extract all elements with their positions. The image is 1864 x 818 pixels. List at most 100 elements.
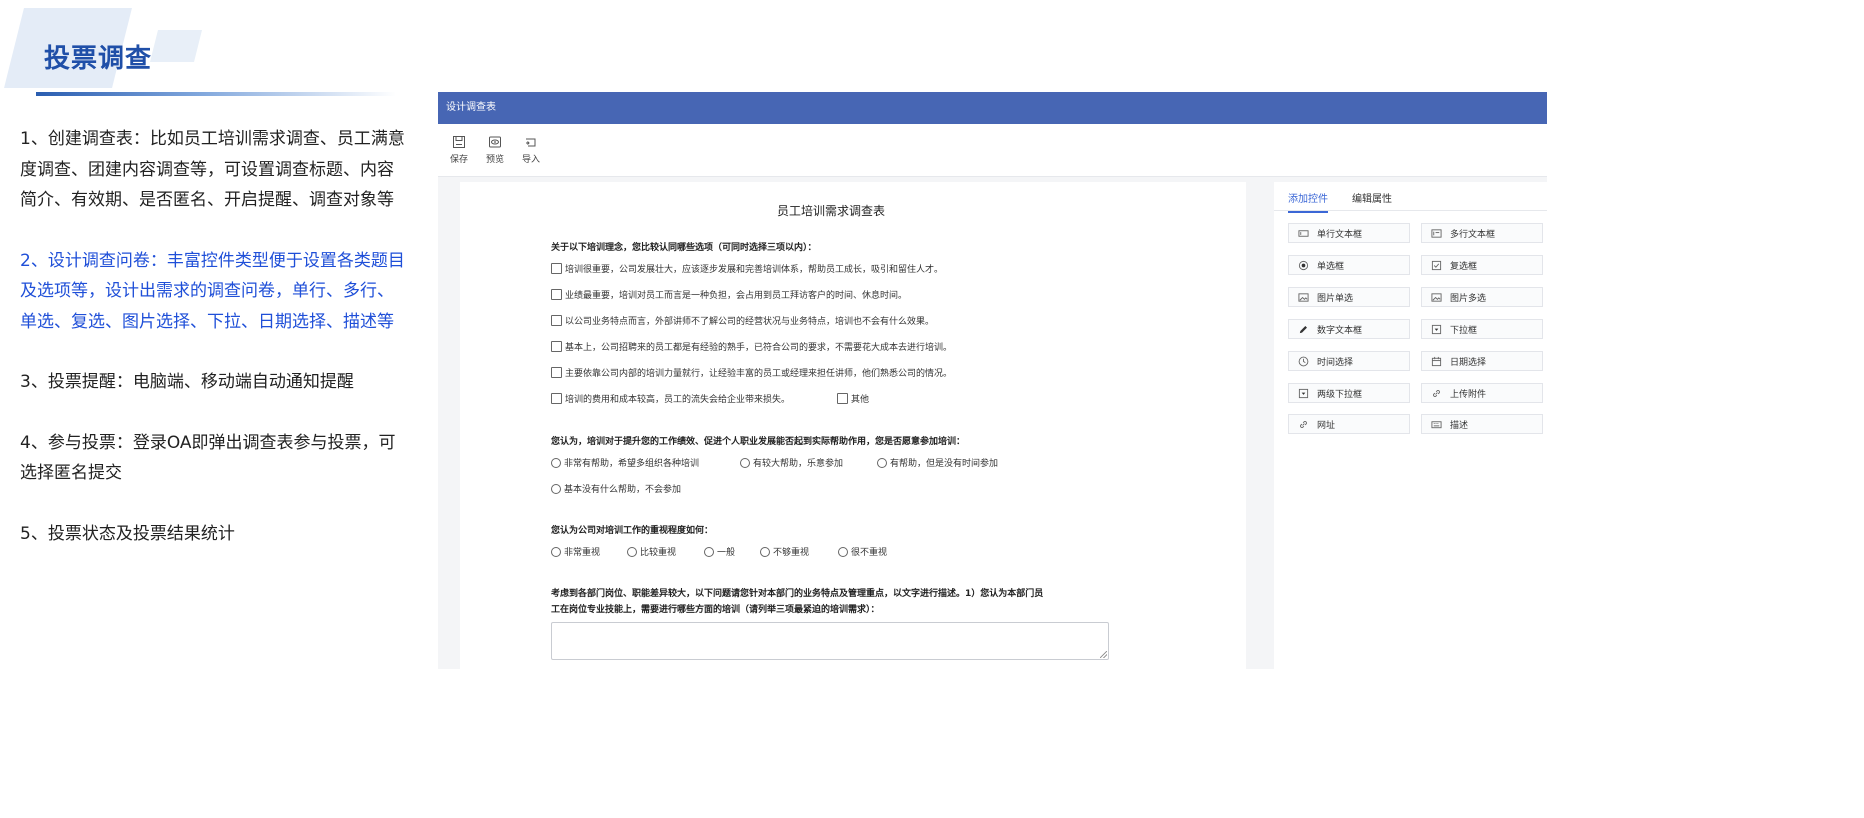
save-button[interactable]: 保存: [450, 135, 468, 165]
form-title: 员工培训需求调查表: [776, 204, 885, 218]
q1-option-other[interactable]: 其他: [837, 392, 869, 405]
q2-option[interactable]: 有较大帮助，乐意参加: [740, 456, 843, 469]
keyboard-icon: [1430, 418, 1442, 430]
feature-point: 1、创建调查表：比如员工培训需求调查、员工满意度调查、团建内容调查等，可设置调查…: [20, 129, 405, 210]
radio[interactable]: [627, 546, 637, 557]
radio[interactable]: [551, 457, 561, 468]
option-label: 基本上，公司招聘来的员工都是有经验的熟手，已符合公司的要求，不需要花大成本去进行…: [565, 343, 953, 353]
control-single-line-text[interactable]: 单行文本框: [1288, 223, 1410, 243]
clock-icon: [1297, 355, 1309, 367]
q1-option[interactable]: 以公司业务特点而言，外部讲师不了解公司的经营状况与业务特点，培训也不会有什么效果…: [551, 314, 934, 327]
feature-point: 4、参与投票：登录OA即弹出调查表参与投票，可选择匿名提交: [20, 432, 396, 484]
control-date-picker[interactable]: 日期选择: [1421, 351, 1543, 371]
q1-option[interactable]: 培训的费用和成本较高，员工的流失会给企业带来损失。: [551, 392, 790, 405]
control-label: 多行文本框: [1450, 229, 1496, 240]
preview-button[interactable]: 预览: [486, 135, 504, 165]
option-label: 非常有帮助，希望多组织各种培训: [564, 459, 700, 469]
question-4-line1: 考虑到各部门岗位、职能差异较大，以下问题请您针对本部门的业务特点及管理重点，以文…: [551, 589, 1044, 599]
q1-option[interactable]: 基本上，公司招聘来的员工都是有经验的熟手，已符合公司的要求，不需要花大成本去进行…: [551, 340, 952, 353]
option-label: 以公司业务特点而言，外部讲师不了解公司的经营状况与业务特点，培训也不会有什么效果…: [565, 317, 935, 327]
q3-option[interactable]: 很不重视: [838, 545, 887, 558]
q1-option[interactable]: 培训很重要，公司发展壮大，应该逐步发展和完善培训体系，帮助员工成长，吸引和留住人…: [551, 262, 943, 275]
feature-point: 5、投票状态及投票结果统计: [20, 523, 235, 544]
option-label: 业绩最重要，培训对员工而言是一种负担，会占用到员工拜访客户的时间、休息时间。: [565, 291, 908, 301]
q2-option[interactable]: 有帮助，但是没有时间参加: [877, 456, 998, 469]
control-upload-attachment[interactable]: 上传附件: [1421, 383, 1543, 403]
control-url[interactable]: 网址: [1288, 414, 1410, 434]
decor-shape-small: [150, 30, 202, 62]
q2-option[interactable]: 非常有帮助，希望多组织各种培训: [551, 456, 699, 469]
checkbox[interactable]: [551, 367, 562, 378]
control-label: 时间选择: [1317, 357, 1354, 368]
control-two-level-dropdown[interactable]: 两级下拉框: [1288, 383, 1410, 403]
radio[interactable]: [551, 483, 561, 494]
preview-label: 预览: [486, 155, 505, 165]
toolbar: 保存 预览 导入: [438, 124, 1547, 177]
radio[interactable]: [760, 546, 770, 557]
import-icon: [526, 138, 536, 147]
q3-option[interactable]: 不够重视: [760, 545, 809, 558]
preview-icon: [489, 136, 502, 148]
question-3: 您认为公司对培训工作的重视程度如何：: [551, 526, 714, 536]
panel-divider: [1274, 210, 1547, 211]
q3-option[interactable]: 一般: [704, 545, 735, 558]
import-label: 导入: [522, 155, 541, 165]
control-multi-line-text[interactable]: 多行文本框: [1421, 223, 1543, 243]
option-label: 有帮助，但是没有时间参加: [890, 459, 999, 469]
q3-option[interactable]: 非常重视: [551, 545, 600, 558]
control-label: 单行文本框: [1317, 229, 1363, 240]
dropdown-icon: [1430, 323, 1442, 335]
control-image-single[interactable]: 图片单选: [1288, 287, 1410, 307]
control-dropdown[interactable]: 下拉框: [1421, 319, 1543, 339]
checkbox[interactable]: [551, 289, 562, 300]
survey-designer-window: 设计调查表 保存 预览 导入 员工培训需求调查表 关于以下培训理念，您比较认同哪…: [438, 92, 1547, 669]
link-icon: [1297, 418, 1309, 430]
checkbox[interactable]: [551, 263, 562, 274]
resize-handle[interactable]: [1100, 651, 1107, 658]
q3-option[interactable]: 比较重视: [627, 545, 676, 558]
image-icon: [1430, 291, 1442, 303]
option-label: 有较大帮助，乐意参加: [753, 459, 844, 469]
image-icon: [1297, 291, 1309, 303]
radio[interactable]: [740, 457, 750, 468]
multi-line-text-icon: [1430, 227, 1442, 239]
title-underline: [36, 92, 396, 96]
control-label: 图片多选: [1450, 293, 1487, 304]
control-number-text[interactable]: 数字文本框: [1288, 319, 1410, 339]
control-time-picker[interactable]: 时间选择: [1288, 351, 1410, 371]
radio[interactable]: [877, 457, 887, 468]
control-label: 描述: [1450, 420, 1469, 431]
control-image-multi[interactable]: 图片多选: [1421, 287, 1543, 307]
option-label: 基本没有什么帮助，不会参加: [564, 485, 682, 495]
control-label: 单选框: [1317, 261, 1345, 272]
checkbox-icon: [1430, 259, 1442, 271]
option-label: 一般: [717, 548, 736, 558]
option-label: 培训的费用和成本较高，员工的流失会给企业带来损失。: [565, 395, 791, 405]
question-1: 关于以下培训理念，您比较认同哪些选项（可同时选择三项以内）：: [551, 243, 817, 253]
checkbox[interactable]: [551, 315, 562, 326]
import-button[interactable]: 导入: [522, 135, 540, 165]
control-label: 两级下拉框: [1317, 389, 1363, 400]
q1-option[interactable]: 主要依靠公司内部的培训力量就行，让经验丰富的员工或经理来担任讲师，他们熟悉公司的…: [551, 366, 952, 379]
save-icon: [453, 136, 465, 148]
control-label: 上传附件: [1450, 389, 1487, 400]
control-radio[interactable]: 单选框: [1288, 255, 1410, 275]
control-description[interactable]: 描述: [1421, 414, 1543, 434]
question-4-line2: 工在岗位专业技能上，需要进行哪些方面的培训（请列举三项最紧迫的培训需求）：: [551, 605, 880, 615]
q2-option[interactable]: 基本没有什么帮助，不会参加: [551, 482, 681, 495]
q1-option[interactable]: 业绩最重要，培训对员工而言是一种负担，会占用到员工拜访客户的时间、休息时间。: [551, 288, 907, 301]
radio[interactable]: [838, 546, 848, 557]
radio[interactable]: [704, 546, 714, 557]
radio[interactable]: [551, 546, 561, 557]
control-panel: 添加控件 编辑属性 单行文本框 多行文本框 单选框 复选框 图片单选 图片多选: [1274, 182, 1547, 669]
checkbox[interactable]: [551, 341, 562, 352]
control-label: 日期选择: [1450, 357, 1487, 368]
control-checkbox[interactable]: 复选框: [1421, 255, 1543, 275]
window-header: 设计调查表: [438, 92, 1547, 124]
checkbox[interactable]: [551, 393, 562, 404]
control-label: 数字文本框: [1317, 325, 1363, 336]
option-label: 不够重视: [773, 548, 810, 558]
checkbox[interactable]: [837, 393, 848, 404]
save-label: 保存: [450, 155, 469, 165]
answer-textarea[interactable]: [551, 622, 1109, 660]
